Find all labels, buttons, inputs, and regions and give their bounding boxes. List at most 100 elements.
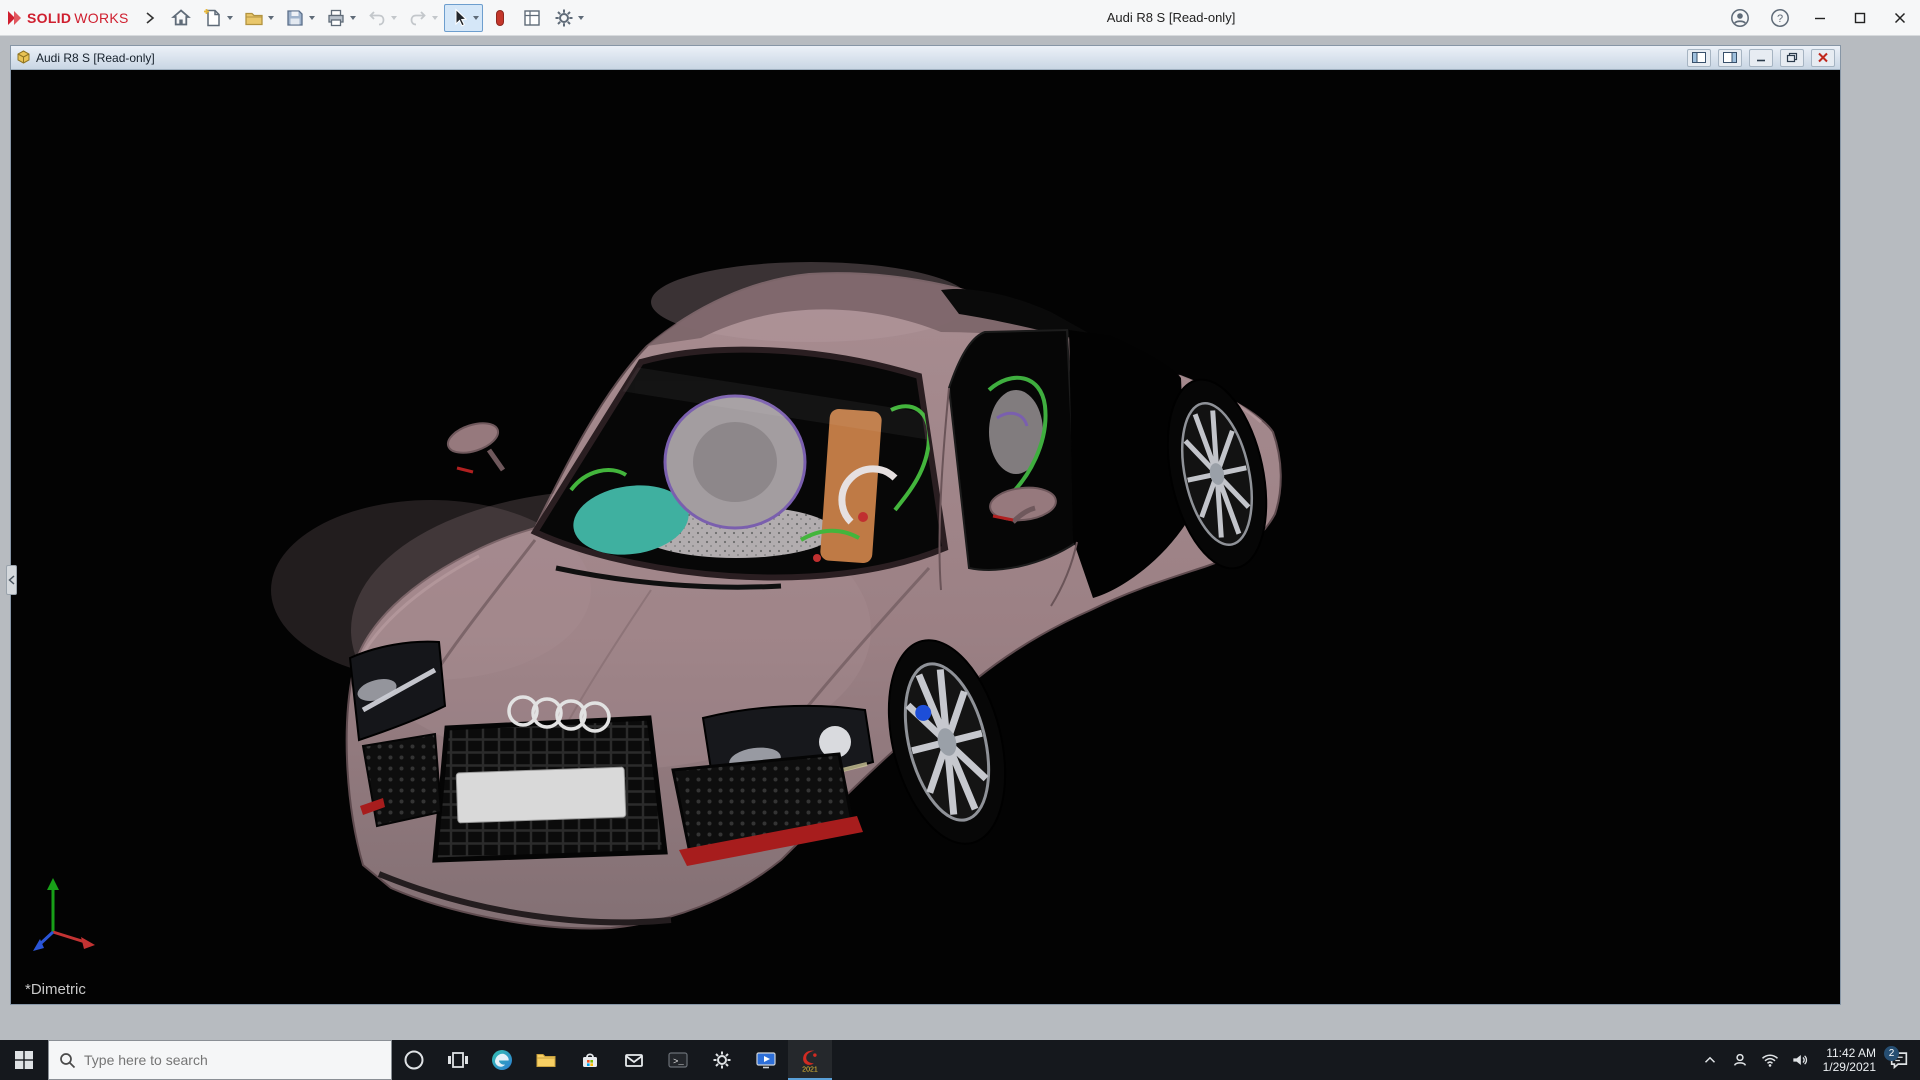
solidworks-taskbar-button[interactable]: 2021 [788,1040,832,1080]
undo-dropdown-caret[interactable] [391,16,397,20]
volume-tray-button[interactable] [1785,1040,1815,1080]
assembly-file-icon [16,50,31,65]
close-icon [1893,11,1907,25]
document-minimize-button[interactable] [1749,49,1773,67]
taskbar-clock[interactable]: 11:42 AM 1/29/2021 [1815,1046,1884,1074]
save-dropdown-caret[interactable] [309,16,315,20]
solidworks-logo: SOLID WORKS [6,10,129,26]
tray-overflow-button[interactable] [1695,1040,1725,1080]
print-icon [325,7,347,29]
search-icon [59,1052,76,1069]
network-tray-button[interactable] [1755,1040,1785,1080]
toolbar-expander-button[interactable] [136,4,164,32]
terminal-icon: >_ [666,1048,690,1072]
red-capsule-icon [489,7,511,29]
edge-button[interactable] [480,1040,524,1080]
redo-dropdown-caret[interactable] [432,16,438,20]
search-input[interactable] [84,1052,364,1068]
redo-icon [407,7,429,29]
cortana-button[interactable] [392,1040,436,1080]
save-button[interactable] [280,4,319,32]
open-folder-icon [243,7,265,29]
file-explorer-icon [534,1048,558,1072]
select-tool-dropdown-caret[interactable] [473,16,479,20]
new-document-button[interactable] [198,4,237,32]
pane-right-toggle-button[interactable] [1718,49,1742,67]
options-button[interactable] [549,4,588,32]
document-restore-button[interactable] [1780,49,1804,67]
wifi-icon [1760,1050,1780,1070]
taskbar: >_ 2021 [0,1040,1920,1080]
minimize-button[interactable] [1800,0,1840,36]
account-button[interactable] [1720,0,1760,36]
media-player-button[interactable] [744,1040,788,1080]
orientation-triad [33,878,95,951]
xpress-tools-button[interactable] [485,4,515,32]
task-view-button[interactable] [436,1040,480,1080]
system-tray: 11:42 AM 1/29/2021 2 [1695,1040,1920,1080]
document-titlebar[interactable]: Audi R8 S [Read-only] [11,46,1840,70]
mail-button[interactable] [612,1040,656,1080]
microsoft-store-icon [578,1048,602,1072]
settings-gear-icon [710,1048,734,1072]
cortana-icon [403,1049,425,1071]
save-icon [284,7,306,29]
pane-left-toggle-button[interactable] [1687,49,1711,67]
brand-text-solid: SOLID [27,10,71,26]
chevron-right-icon [145,11,155,25]
print-dropdown-caret[interactable] [350,16,356,20]
user-account-icon [1729,7,1751,29]
edge-browser-icon [490,1048,514,1072]
solidworks-logo-icon [6,10,24,26]
svg-text:>_: >_ [673,1057,684,1067]
minimize-icon [1755,53,1767,63]
new-document-dropdown-caret[interactable] [227,16,233,20]
close-icon [1817,52,1829,63]
options-dropdown-caret[interactable] [578,16,584,20]
brand-text-works: WORKS [74,10,128,26]
home-icon [170,7,192,29]
redo-button[interactable] [403,4,442,32]
svg-text:?: ? [1777,13,1783,25]
sheet-format-button[interactable] [517,4,547,32]
feature-tree-expander[interactable] [6,565,17,595]
view-orientation-label: *Dimetric [25,981,86,998]
table-sheet-icon [521,7,543,29]
store-button[interactable] [568,1040,612,1080]
gear-icon [553,7,575,29]
home-button[interactable] [166,4,196,32]
graphics-viewport[interactable]: *Dimetric [11,70,1840,1004]
taskbar-search[interactable] [48,1040,392,1080]
solidworks-app-icon: 2021 [797,1047,823,1073]
document-close-button[interactable] [1811,49,1835,67]
select-arrow-icon [448,7,470,29]
undo-button[interactable] [362,4,401,32]
file-explorer-button[interactable] [524,1040,568,1080]
chevron-up-icon [1701,1051,1719,1069]
maximize-button[interactable] [1840,0,1880,36]
print-button[interactable] [321,4,360,32]
terminal-button[interactable]: >_ [656,1040,700,1080]
open-button[interactable] [239,4,278,32]
pane-right-icon [1723,52,1737,63]
clock-date: 1/29/2021 [1823,1060,1876,1074]
app-titlebar: SOLID WORKS [0,0,1920,36]
undo-icon [366,7,388,29]
restore-icon [1786,52,1798,63]
minimize-icon [1813,11,1827,25]
settings-button[interactable] [700,1040,744,1080]
open-dropdown-caret[interactable] [268,16,274,20]
clock-time: 11:42 AM [1823,1046,1876,1060]
audi-r8-3d-model [11,70,1840,1004]
svg-text:2021: 2021 [802,1066,818,1073]
action-center-button[interactable]: 2 [1884,1040,1914,1080]
media-player-icon [754,1048,778,1072]
speaker-icon [1790,1050,1810,1070]
select-tool-button[interactable] [444,4,483,32]
help-button[interactable]: ? [1760,0,1800,36]
task-view-icon [446,1048,470,1072]
start-button[interactable] [0,1040,48,1080]
people-tray-button[interactable] [1725,1040,1755,1080]
close-button[interactable] [1880,0,1920,36]
mail-icon [622,1048,646,1072]
